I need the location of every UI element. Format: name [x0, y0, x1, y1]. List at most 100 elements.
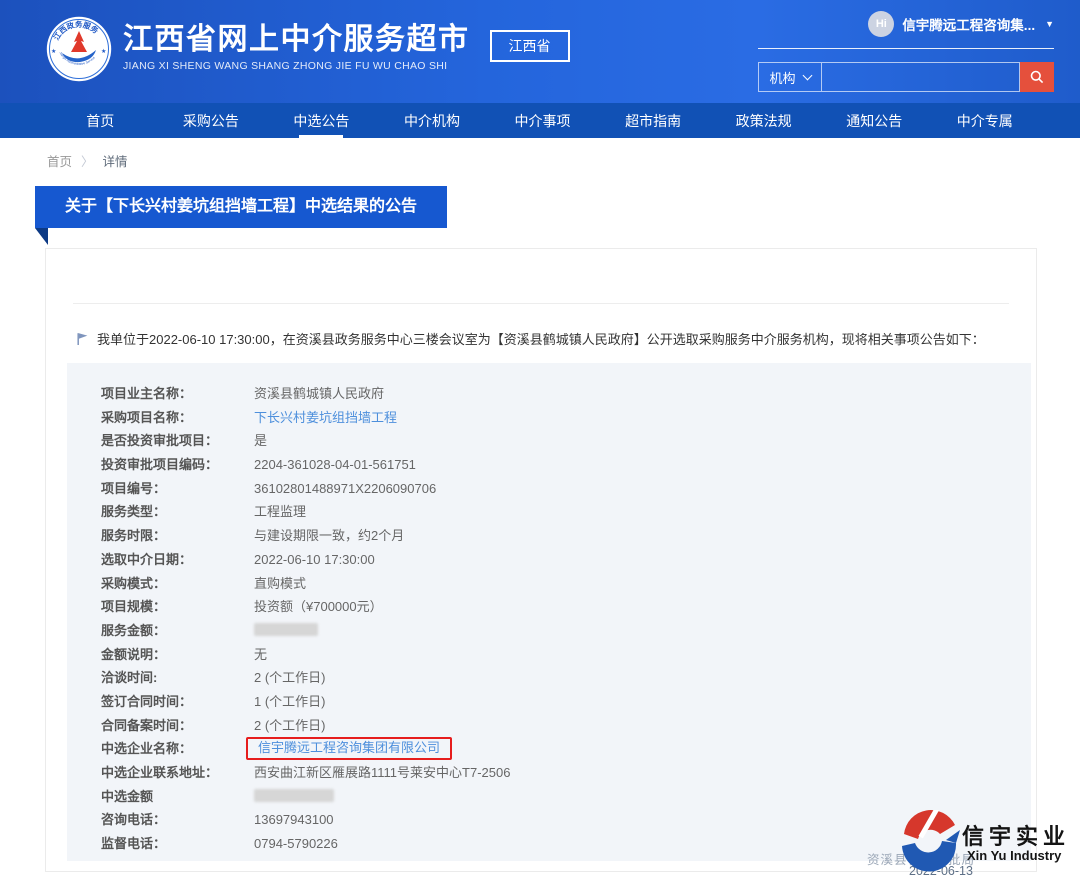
- breadcrumb-link[interactable]: 首页: [47, 151, 72, 170]
- site-title: 江西省网上中介服务超市: [123, 24, 470, 56]
- xinyu-logo-icon: [899, 810, 961, 872]
- detail-row: 洽谈时间: 2 (个工作日): [67, 666, 1031, 690]
- username: 信宇腾远工程咨询集...: [902, 14, 1035, 34]
- highlight-red-box: 信宇腾远工程咨询集团有限公司: [246, 737, 452, 760]
- breadcrumb-separator: 〉: [81, 151, 94, 170]
- search-button[interactable]: [1020, 62, 1054, 92]
- detail-row: 选取中介日期：2022-06-10 17:30:00: [67, 548, 1031, 572]
- detail-row: 投资审批项目编码：2204-361028-04-01-561751: [67, 453, 1031, 477]
- nav-item[interactable]: 通知公告: [819, 103, 930, 138]
- search-category-select[interactable]: 机构: [758, 62, 822, 92]
- field-value: 2 (个工作日): [254, 666, 326, 690]
- detail-row: 中选企业联系地址：西安曲江新区雁展路1111号莱安中心T7-2506: [67, 761, 1031, 785]
- detail-row: 签订合同时间：1 (个工作日): [67, 690, 1031, 714]
- field-value: 投资额（¥700000元）: [254, 595, 383, 619]
- svg-text:★: ★: [51, 48, 56, 55]
- nav-item[interactable]: 中选公告: [266, 103, 377, 138]
- field-label: 中选企业名称：: [101, 737, 192, 761]
- xinyu-brand-name-en: Xin Yu Industry: [967, 848, 1061, 863]
- search-input[interactable]: [822, 62, 1020, 92]
- divider: [73, 303, 1009, 304]
- nav-item[interactable]: 首页: [45, 103, 156, 138]
- announcement-intro: 我单位于2022-06-10 17:30:00，在资溪县政务服务中心三楼会议室为…: [76, 331, 1006, 350]
- field-label: 洽谈时间:: [101, 666, 157, 690]
- brand: 江西政务服务 Jiangxi Administrative Service ★ …: [46, 16, 570, 82]
- detail-row: 金额说明： 无: [67, 643, 1031, 667]
- field-label: 选取中介日期：: [101, 548, 192, 572]
- nav-item-label: 通知公告: [846, 111, 902, 131]
- field-label: 投资审批项目编码：: [101, 453, 218, 477]
- main-nav: 首页 采购公告 中选公告 中介机构 中介事项 超市指南 政策法规 通知公告 中介专属: [0, 103, 1080, 138]
- field-value: 工程监理: [254, 500, 306, 524]
- nav-item-label: 中介事项: [515, 111, 571, 131]
- header-right: Hi 信宇腾远工程咨询集... ▼ 机构: [758, 11, 1054, 92]
- field-value-link[interactable]: 下长兴村姜坑组挡墙工程: [254, 410, 397, 425]
- nav-item-label: 政策法规: [736, 111, 792, 131]
- field-value: 下长兴村姜坑组挡墙工程: [254, 406, 397, 430]
- avatar[interactable]: Hi: [868, 11, 894, 37]
- site-header: 江西政务服务 Jiangxi Administrative Service ★ …: [0, 0, 1080, 103]
- search-bar: 机构: [758, 62, 1054, 92]
- user-menu[interactable]: Hi 信宇腾远工程咨询集... ▼: [758, 11, 1054, 37]
- field-label: 服务金额：: [101, 619, 166, 643]
- nav-item[interactable]: 政策法规: [708, 103, 819, 138]
- nav-item[interactable]: 超市指南: [598, 103, 709, 138]
- detail-row: 采购模式： 直购模式: [67, 572, 1031, 596]
- nav-item-label: 超市指南: [625, 111, 681, 131]
- field-label: 服务时限：: [101, 524, 166, 548]
- field-label: 采购项目名称：: [101, 406, 192, 430]
- nav-item[interactable]: 中介专属: [930, 103, 1041, 138]
- detail-row: 采购项目名称： 下长兴村姜坑组挡墙工程: [67, 406, 1031, 430]
- detail-row: 中选金额: [67, 785, 1031, 809]
- detail-row: 项目编号：36102801488971X2206090706: [67, 477, 1031, 501]
- field-label: 是否投资审批项目：: [101, 429, 218, 453]
- user-divider: [758, 48, 1054, 49]
- redacted-value: [254, 789, 334, 802]
- field-label: 签订合同时间：: [101, 690, 192, 714]
- field-label: 金额说明：: [101, 643, 166, 667]
- nav-item-label: 中选公告: [293, 111, 349, 131]
- chevron-down-icon: [802, 71, 812, 81]
- field-label: 采购模式：: [101, 572, 166, 596]
- nav-item[interactable]: 采购公告: [156, 103, 267, 138]
- field-value: 信宇腾远工程咨询集团有限公司: [254, 737, 452, 761]
- breadcrumb-current: 详情: [103, 151, 128, 170]
- field-value: 直购模式: [254, 572, 306, 596]
- svg-text:★: ★: [101, 48, 106, 55]
- page-title-banner: 关于【下长兴村姜坑组挡墙工程】中选结果的公告: [35, 186, 447, 228]
- content-card: 我单位于2022-06-10 17:30:00，在资溪县政务服务中心三楼会议室为…: [45, 248, 1037, 872]
- field-value-link[interactable]: 信宇腾远工程咨询集团有限公司: [258, 740, 440, 755]
- site-subtitle: JIANG XI SHENG WANG SHANG ZHONG JIE FU W…: [123, 60, 470, 72]
- field-label: 服务类型：: [101, 500, 166, 524]
- caret-down-icon: ▼: [1045, 19, 1054, 29]
- detail-row: 服务类型： 工程监理: [67, 500, 1031, 524]
- nav-item[interactable]: 中介事项: [487, 103, 598, 138]
- detail-row: 服务金额：: [67, 619, 1031, 643]
- nav-item-label: 首页: [86, 111, 114, 131]
- search-icon: [1029, 69, 1045, 85]
- xinyu-brand-name: 信宇实业: [962, 819, 1070, 851]
- detail-row: 合同备案时间：2 (个工作日): [67, 714, 1031, 738]
- brand-text: 江西省网上中介服务超市 JIANG XI SHENG WANG SHANG ZH…: [123, 24, 470, 72]
- search-category-label: 机构: [769, 68, 795, 87]
- field-value: 是: [254, 429, 267, 453]
- flag-icon: [76, 332, 89, 350]
- breadcrumb: 首页〉详情: [47, 151, 128, 170]
- field-value: 资溪县鹤城镇人民政府: [254, 382, 384, 406]
- field-label: 项目规模：: [101, 595, 166, 619]
- detail-row: 是否投资审批项目： 是: [67, 429, 1031, 453]
- field-value: 无: [254, 643, 267, 667]
- field-label: 咨询电话：: [101, 808, 166, 832]
- detail-row: 项目业主名称： 资溪县鹤城镇人民政府: [67, 382, 1031, 406]
- nav-item-label: 采购公告: [183, 111, 239, 131]
- region-badge[interactable]: 江西省: [490, 30, 570, 62]
- site-logo-icon: 江西政务服务 Jiangxi Administrative Service ★ …: [46, 16, 112, 82]
- field-label: 项目业主名称：: [101, 382, 192, 406]
- nav-item-label: 中介机构: [404, 111, 460, 131]
- nav-item-label: 中介专属: [957, 111, 1013, 131]
- nav-item[interactable]: 中介机构: [377, 103, 488, 138]
- field-value: 13697943100: [254, 808, 334, 832]
- detail-row: 咨询电话： 13697943100: [67, 808, 1031, 832]
- field-value: 0794-5790226: [254, 832, 338, 856]
- detail-row: 项目规模： 投资额（¥700000元）: [67, 595, 1031, 619]
